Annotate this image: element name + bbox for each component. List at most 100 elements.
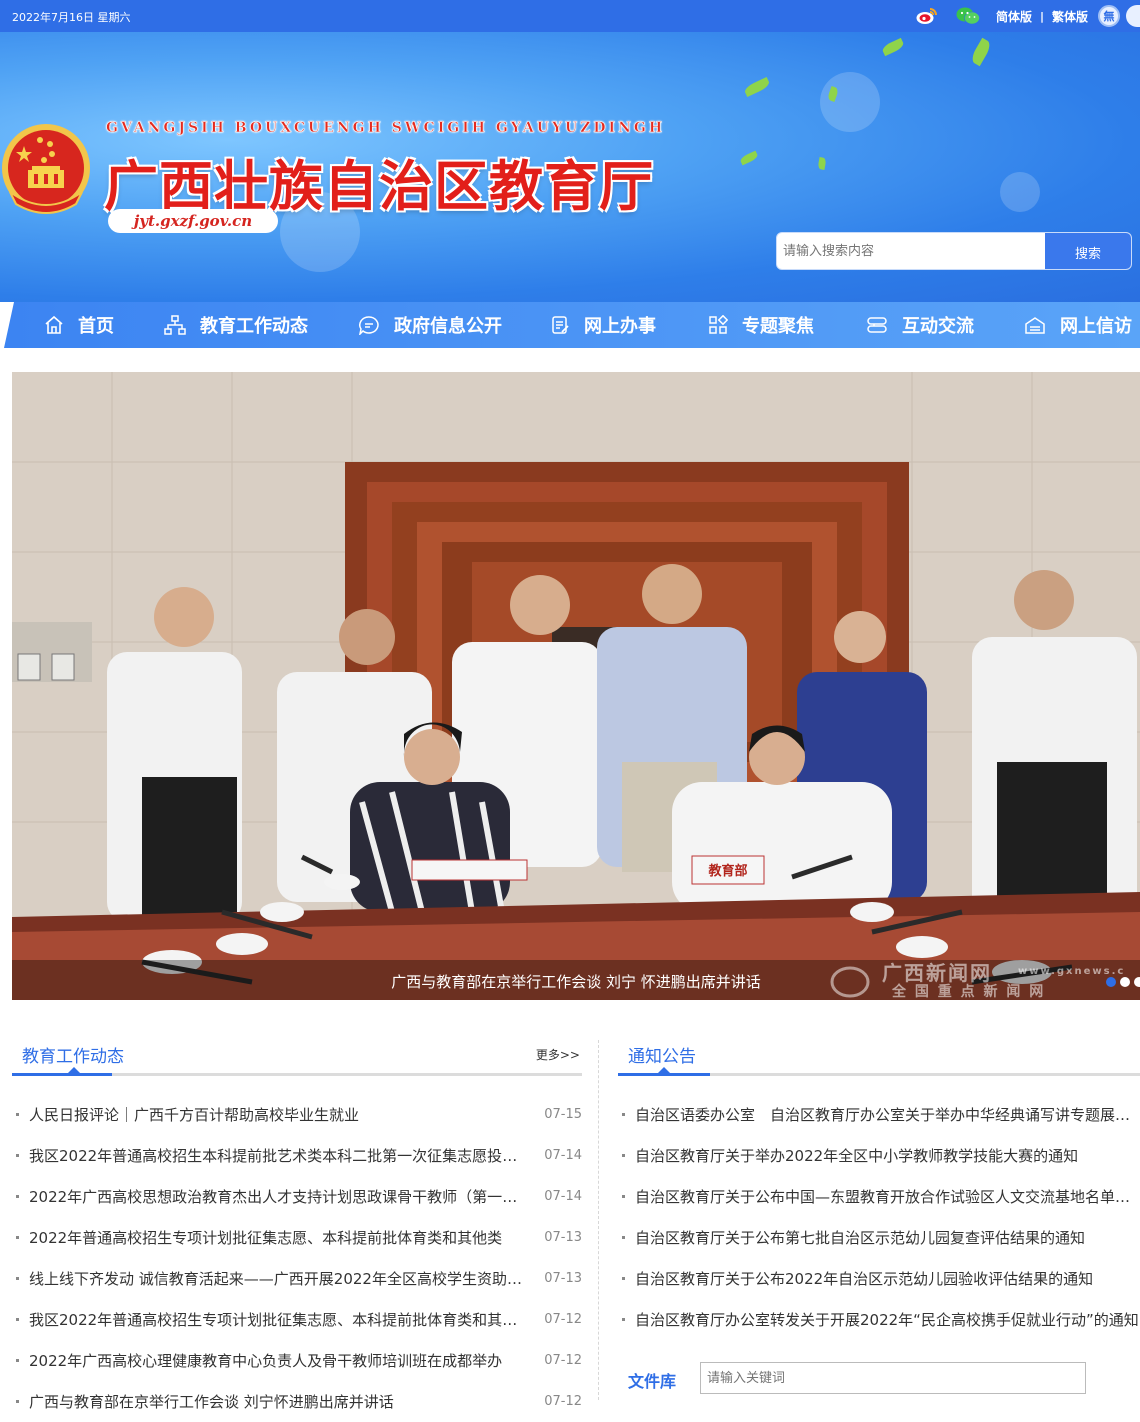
- search-button[interactable]: 搜索: [1045, 233, 1131, 269]
- leaf-decoration: [969, 37, 993, 67]
- nav-item-interaction[interactable]: 互动交流: [866, 302, 974, 348]
- home-icon: [45, 315, 63, 334]
- file-library-search: 文件库: [618, 1362, 1140, 1400]
- wechat-icon[interactable]: [956, 7, 980, 25]
- list-item-date: 07-14: [544, 1189, 582, 1204]
- top-bar: 2022年7月16日 星期六 简体版 | 繁体版 無: [0, 0, 1140, 32]
- file-library-input[interactable]: [700, 1362, 1086, 1394]
- list-item-title[interactable]: 线上线下齐发动 诚信教育活起来——广西开展2022年全区高校学生资助诚信教育: [29, 1268, 530, 1289]
- title-pointer: [68, 1067, 80, 1073]
- list-item-title[interactable]: 广西与教育部在京举行工作会谈 刘宁怀进鹏出席并讲话: [29, 1391, 530, 1412]
- accessibility-extra-icon[interactable]: [1126, 5, 1140, 27]
- bullet-icon: [16, 1359, 19, 1362]
- slide-dot[interactable]: [1120, 977, 1130, 987]
- list-item-title[interactable]: 自治区教育厅关于公布中国—东盟教育开放合作试验区人文交流基地名单的通知: [635, 1186, 1140, 1207]
- nav-item-home[interactable]: 首页: [44, 302, 114, 348]
- list-item-title[interactable]: 2022年广西高校思想政治教育杰出人才支持计划思政课骨干教师（第一批）: [29, 1186, 530, 1207]
- title-underline: [618, 1073, 710, 1076]
- nav-item-label: 互动交流: [902, 316, 974, 337]
- bullet-icon: [622, 1318, 625, 1321]
- title-underline: [12, 1073, 112, 1076]
- list-item[interactable]: 我区2022年普通高校招生本科提前批艺术类本科二批第一次征集志愿投档情况 07-1…: [12, 1135, 582, 1176]
- leaf-decoration: [743, 76, 771, 98]
- bullet-icon: [622, 1113, 625, 1116]
- list-item-title[interactable]: 2022年广西高校心理健康教育中心负责人及骨干教师培训班在成都举办: [29, 1350, 530, 1371]
- list-item-title[interactable]: 人民日报评论｜广西千方百计帮助高校毕业生就业: [29, 1104, 530, 1125]
- nav-item-topics[interactable]: 专题聚焦: [708, 302, 814, 348]
- list-item-date: 07-12: [544, 1353, 582, 1368]
- list-item[interactable]: 人民日报评论｜广西千方百计帮助高校毕业生就业 07-15: [12, 1094, 582, 1135]
- list-item-date: 07-13: [544, 1271, 582, 1286]
- list-item[interactable]: 自治区教育厅关于公布第七批自治区示范幼儿园复查评估结果的通知: [618, 1217, 1140, 1258]
- panel-title[interactable]: 通知公告: [628, 1042, 696, 1067]
- bullet-icon: [16, 1195, 19, 1198]
- bullet-icon: [16, 1154, 19, 1157]
- bullet-icon: [16, 1277, 19, 1280]
- list-item[interactable]: 自治区教育厅办公室转发关于开展2022年“民企高校携手促就业行动”的通知: [618, 1299, 1140, 1340]
- list-item-title[interactable]: 自治区教育厅办公室转发关于开展2022年“民企高校携手促就业行动”的通知: [635, 1309, 1140, 1330]
- slide-dot[interactable]: [1134, 977, 1140, 987]
- nav-item-gov-info[interactable]: 政府信息公开: [358, 302, 502, 348]
- search-input[interactable]: [777, 233, 1047, 269]
- leaf-decoration: [739, 150, 759, 166]
- list-item[interactable]: 我区2022年普通高校招生专项计划批征集志愿、本科提前批体育类和其他类 07-12: [12, 1299, 582, 1340]
- watermark-url: www.gxnews.c: [1018, 966, 1125, 977]
- top-bar-links: 简体版 | 繁体版 無: [916, 4, 1140, 28]
- nav-item-label: 网上信访: [1060, 316, 1132, 337]
- list-item-title[interactable]: 自治区教育厅关于公布2022年自治区示范幼儿园验收评估结果的通知: [635, 1268, 1140, 1289]
- accessibility-icon[interactable]: 無: [1098, 5, 1120, 27]
- nav-item-petition[interactable]: 网上信访: [1024, 302, 1132, 348]
- list-item[interactable]: 线上线下齐发动 诚信教育活起来——广西开展2022年全区高校学生资助诚信教育 07…: [12, 1258, 582, 1299]
- list-item[interactable]: 自治区教育厅关于公布2022年自治区示范幼儿园验收评估结果的通知: [618, 1258, 1140, 1299]
- main-nav: 首页 教育工作动态 政府信息公开 网上办事 专题聚焦 互动交流 网上信访: [4, 302, 1140, 348]
- nav-item-education-news[interactable]: 教育工作动态: [164, 302, 308, 348]
- mailbox-icon: [1025, 317, 1045, 334]
- bullet-icon: [622, 1277, 625, 1280]
- gxnews-logo: 广西新闻网 www.gxnews.c 全 国 重 点 新 闻 网: [830, 961, 1125, 1000]
- list-item-title[interactable]: 我区2022年普通高校招生专项计划批征集志愿、本科提前批体育类和其他类: [29, 1309, 530, 1330]
- bullet-icon: [16, 1236, 19, 1239]
- national-emblem-icon: [2, 124, 90, 214]
- bullet-icon: [16, 1318, 19, 1321]
- list-item-title[interactable]: 自治区语委办公室 自治区教育厅办公室关于举办中华经典诵写讲专题展示活动的通知: [635, 1104, 1140, 1125]
- header-banner: GVANGJSIH BOUXCUENGH SWCIGIH GYAUYUZDING…: [0, 32, 1140, 302]
- exchange-icon: [867, 317, 887, 333]
- weibo-icon[interactable]: [916, 7, 938, 25]
- list-item[interactable]: 广西与教育部在京举行工作会谈 刘宁怀进鹏出席并讲话 07-12: [12, 1381, 582, 1422]
- list-item-title[interactable]: 自治区教育厅关于举办2022年全区中小学教师教学技能大赛的通知: [635, 1145, 1140, 1166]
- list-item[interactable]: 2022年普通高校招生专项计划批征集志愿、本科提前批体育类和其他类 07-13: [12, 1217, 582, 1258]
- title-pointer: [658, 1067, 670, 1073]
- panel-header: 教育工作动态 更多>>: [12, 1036, 582, 1076]
- news-slideshow[interactable]: 教育部 广西与教育部在京举行工作会谈 刘宁 怀进鹏出席并讲话 广西新闻网 www…: [12, 372, 1140, 1000]
- list-item-title[interactable]: 2022年普通高校招生专项计划批征集志愿、本科提前批体育类和其他类: [29, 1227, 530, 1248]
- list-item[interactable]: 自治区教育厅关于公布中国—东盟教育开放合作试验区人文交流基地名单的通知: [618, 1176, 1140, 1217]
- more-link[interactable]: 更多>>: [536, 1046, 580, 1063]
- slide-photo: 教育部: [12, 372, 1140, 1000]
- list-item-title[interactable]: 自治区教育厅关于公布第七批自治区示范幼儿园复查评估结果的通知: [635, 1227, 1140, 1248]
- file-library-label[interactable]: 文件库: [628, 1368, 676, 1392]
- leaf-decoration: [817, 156, 827, 171]
- list-item[interactable]: 自治区语委办公室 自治区教育厅办公室关于举办中华经典诵写讲专题展示活动的通知: [618, 1094, 1140, 1135]
- decorative-bubble: [1000, 172, 1040, 212]
- list-item-date: 07-13: [544, 1230, 582, 1245]
- list-item[interactable]: 2022年广西高校思想政治教育杰出人才支持计划思政课骨干教师（第一批） 07-14: [12, 1176, 582, 1217]
- slide-dot[interactable]: [1106, 977, 1116, 987]
- list-item-title[interactable]: 我区2022年普通高校招生本科提前批艺术类本科二批第一次征集志愿投档情况: [29, 1145, 530, 1166]
- main-nav-wrapper: 首页 教育工作动态 政府信息公开 网上办事 专题聚焦 互动交流 网上信访: [0, 302, 1140, 348]
- list-item-date: 07-15: [544, 1107, 582, 1122]
- traditional-chinese-link[interactable]: 繁体版: [1052, 8, 1088, 25]
- list-item[interactable]: 自治区教育厅关于举办2022年全区中小学教师教学技能大赛的通知: [618, 1135, 1140, 1176]
- nav-item-label: 专题聚焦: [742, 316, 814, 337]
- panel-title[interactable]: 教育工作动态: [22, 1042, 124, 1067]
- nav-item-label: 政府信息公开: [394, 316, 502, 337]
- nav-item-online-service[interactable]: 网上办事: [550, 302, 656, 348]
- site-title-pinyin: GVANGJSIH BOUXCUENGH SWCIGIH GYAUYUZDING…: [106, 120, 666, 137]
- form-icon: [552, 316, 569, 334]
- decorative-bubble: [820, 72, 880, 132]
- column-divider: [598, 1040, 599, 1400]
- list-item[interactable]: 2022年广西高校心理健康教育中心负责人及骨干教师培训班在成都举办 07-12: [12, 1340, 582, 1381]
- notices-panel: 通知公告 自治区语委办公室 自治区教育厅办公室关于举办中华经典诵写讲专题展示活动…: [618, 1036, 1140, 1340]
- search-box: 搜索: [776, 232, 1132, 270]
- simplified-chinese-link[interactable]: 简体版: [996, 8, 1032, 25]
- bullet-icon: [622, 1195, 625, 1198]
